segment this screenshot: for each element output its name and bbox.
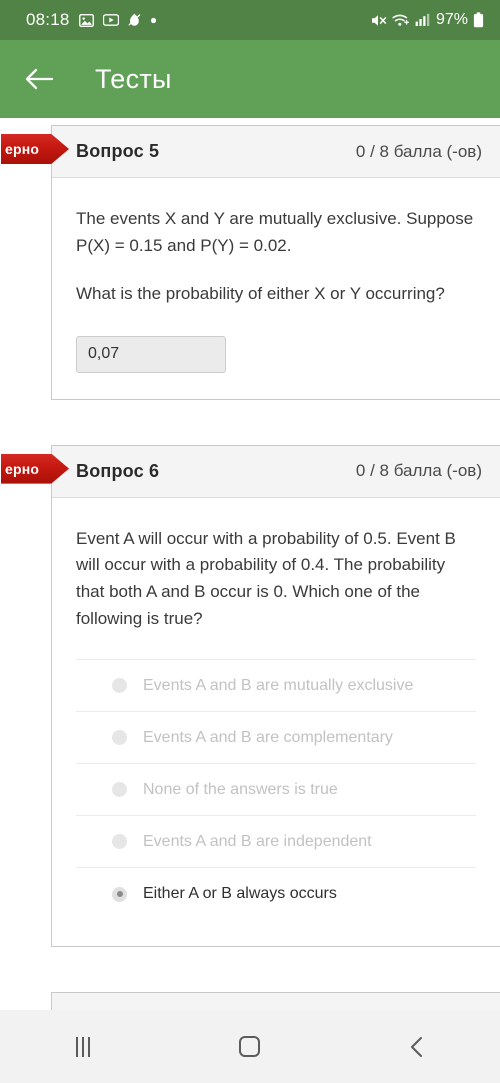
question-title: Вопрос 6 (76, 460, 160, 481)
next-question-card-partial (51, 992, 500, 1010)
incorrect-ribbon-badge: ерно (1, 134, 69, 164)
question-paragraph: The events X and Y are mutually exclusiv… (76, 209, 474, 255)
ribbon-label: ерно (5, 141, 40, 157)
dot-icon (150, 17, 156, 23)
radio-button-icon[interactable] (112, 730, 127, 746)
answer-option[interactable]: Events A and B are mutually exclusive (76, 660, 476, 713)
app-icon (128, 13, 140, 26)
answer-options-list: Events A and B are mutually exclusive Ev… (76, 659, 476, 920)
radio-dot-icon (116, 891, 123, 898)
answer-option-label: Events A and B are complementary (143, 728, 393, 746)
answer-option-label: None of the answers is true (143, 780, 338, 798)
question-score: 0 / 8 балла (-ов) (355, 141, 482, 161)
incorrect-ribbon-badge: ерно (1, 453, 69, 484)
battery-percent-label: 97% (435, 11, 468, 28)
question-body: Event A will occur with a probability of… (52, 498, 500, 946)
system-nav-bar (0, 1010, 500, 1083)
question-title: Вопрос 5 (76, 141, 160, 161)
question-header: ерно Вопрос 5 0 / 8 балла (-ов) (1, 126, 500, 178)
back-arrow-icon (25, 68, 54, 90)
app-bar: Тесты (0, 40, 500, 118)
answer-option[interactable]: Events A and B are independent (76, 816, 476, 869)
photo-icon (78, 13, 94, 27)
nav-home-button[interactable] (218, 1022, 282, 1072)
status-clock: 08:18 (26, 10, 70, 29)
signal-icon (415, 13, 430, 26)
question-paragraph: What is the probability of either X or Y… (76, 283, 445, 303)
wifi-icon (392, 14, 409, 26)
answer-option[interactable]: None of the answers is true (76, 764, 476, 817)
answer-option-label: Either A or B always occurs (143, 885, 337, 903)
mute-icon (371, 14, 387, 26)
nav-recents-button[interactable] (51, 1022, 115, 1072)
question-card: ерно Вопрос 6 0 / 8 балла (-ов) Event A … (1, 444, 500, 948)
battery-icon (473, 12, 484, 28)
nav-back-button[interactable] (385, 1022, 449, 1072)
back-icon (410, 1036, 422, 1057)
question-card: ерно Вопрос 5 0 / 8 балла (-ов) The even… (1, 125, 500, 400)
back-arrow-button[interactable] (22, 62, 56, 96)
recents-icon (76, 1036, 91, 1057)
question-list[interactable]: ерно Вопрос 5 0 / 8 балла (-ов) The even… (0, 118, 500, 1010)
home-icon (239, 1036, 261, 1057)
youtube-icon (102, 14, 119, 26)
ribbon-label: ерно (5, 460, 40, 477)
answer-option-label: Events A and B are independent (143, 832, 372, 850)
status-bar-right: 97% (370, 11, 484, 29)
question-score: 0 / 8 балла (-ов) (355, 461, 482, 481)
answer-option[interactable]: Events A and B are complementary (76, 712, 476, 765)
radio-button-icon[interactable] (112, 678, 127, 694)
status-bar: 08:18 97% (0, 0, 500, 40)
app-root: 08:18 97% Тесты ерно Вопрос 5 0 / 8 балл… (0, 0, 500, 1083)
question-paragraph: Event A will occur with a probability of… (76, 528, 456, 629)
question-header: ерно Вопрос 6 0 / 8 балла (-ов) (1, 445, 500, 498)
radio-button-icon[interactable] (112, 834, 127, 850)
radio-button-icon[interactable] (112, 782, 127, 798)
answer-option-label: Events A and B are mutually exclusive (143, 676, 414, 694)
status-bar-left: 08:18 (26, 10, 157, 30)
radio-button-icon[interactable] (112, 886, 127, 902)
question-body: The events X and Y are mutually exclusiv… (52, 178, 500, 399)
answer-option-selected[interactable]: Either A or B always occurs (76, 868, 476, 920)
page-title: Тесты (95, 63, 172, 94)
answer-text-input[interactable]: 0,07 (76, 335, 226, 373)
